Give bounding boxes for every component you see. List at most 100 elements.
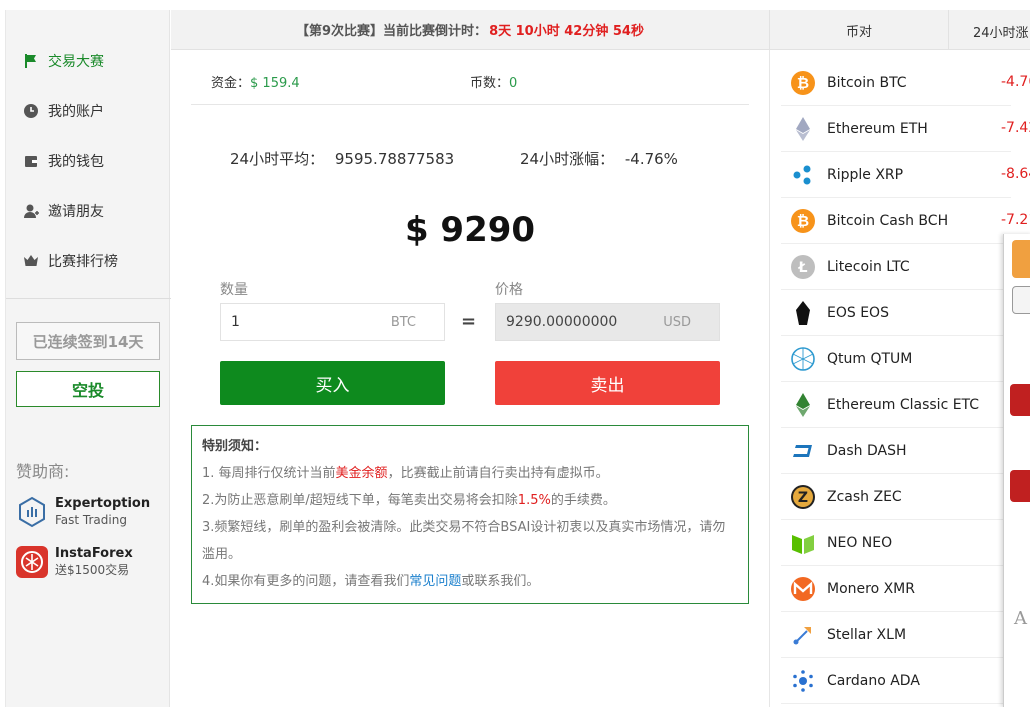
expertoption-logo-icon [16, 496, 48, 528]
coin-row[interactable]: Monero XMR [781, 566, 1011, 612]
buy-button[interactable]: 买入 [220, 361, 445, 405]
coin-row[interactable]: NEO NEO [781, 520, 1011, 566]
quantity-value: 1 [231, 314, 240, 330]
ripple-icon [790, 162, 816, 188]
avg-value: 9595.78877583 [334, 150, 455, 168]
neo-icon [790, 530, 816, 556]
coin-row[interactable]: ₿ Bitcoin Cash BCH -7.21 [781, 198, 1030, 244]
coin-name: Qtum QTUM [827, 350, 913, 367]
chat-icon[interactable] [1012, 286, 1030, 314]
column-header-change[interactable]: 24小时涨 [973, 22, 1029, 41]
coin-change: -8.64 [1001, 166, 1030, 182]
coin-row[interactable]: Ethereum Classic ETC [781, 382, 1011, 428]
coin-name: NEO NEO [827, 534, 893, 551]
notice-text: 或联系我们。 [461, 574, 540, 589]
market-table-header: 币对 24小时涨 [769, 10, 1030, 50]
stellar-icon [790, 622, 816, 648]
coin-name: Cardano ADA [827, 672, 920, 689]
sidebar: 交易大赛 我的账户 我的钱包 邀请朋友 比赛排行榜 已连续签到14天 空投 赞助… [5, 10, 171, 707]
sidebar-item-competition[interactable]: 交易大赛 [6, 36, 169, 86]
coin-row[interactable]: Ethereum ETH -7.42 [781, 106, 1030, 152]
change-24h: 24小时涨幅： -4.76% [520, 148, 678, 169]
sidebar-divider [6, 298, 171, 299]
overlay-badge-icon[interactable] [1010, 470, 1030, 502]
coin-row[interactable]: EOS EOS [781, 290, 1011, 336]
coin-change: -7.21 [1001, 212, 1030, 228]
page: 交易大赛 我的账户 我的钱包 邀请朋友 比赛排行榜 已连续签到14天 空投 赞助… [0, 0, 1030, 707]
sidebar-item-label: 我的账户 [48, 104, 104, 120]
coin-row[interactable]: Stellar XLM [781, 612, 1011, 658]
sidebar-item-invite[interactable]: 邀请朋友 [6, 186, 169, 236]
notice-text: ，比赛截止前请自行卖出持有虚拟币。 [387, 466, 609, 481]
notice-text: 1. 每周排行仅统计当前 [202, 466, 336, 481]
coin-row[interactable]: ₿ Bitcoin BTC -4.76 [781, 60, 1030, 106]
notice-text: 的手续费。 [550, 493, 616, 508]
qtum-icon [790, 346, 816, 372]
flag-icon [22, 52, 40, 70]
sponsor-name: Expertoption [55, 496, 151, 511]
column-header-pair[interactable]: 币对 [770, 10, 949, 50]
coin-name: Dash DASH [827, 442, 907, 459]
zcash-icon: Z [790, 484, 816, 510]
coin-name: Zcash ZEC [827, 488, 902, 505]
coin-name: Ethereum Classic ETC [827, 396, 980, 413]
equals-sign: = [461, 311, 477, 332]
quantity-label: 数量 [220, 282, 248, 298]
svg-text:₿: ₿ [797, 74, 809, 92]
instaforex-logo-icon [16, 546, 48, 578]
coin-row[interactable]: Ripple XRP -8.64 [781, 152, 1030, 198]
faq-link[interactable]: 常见问题 [409, 574, 461, 589]
sidebar-item-label: 邀请朋友 [48, 204, 104, 220]
change-value: -4.76% [624, 150, 678, 168]
funds-value: $ 159.4 [250, 76, 300, 91]
price-input: 9290.00000000 USD [495, 303, 720, 341]
coin-name: Ripple XRP [827, 166, 904, 183]
coin-name: Bitcoin Cash BCH [827, 212, 949, 229]
wallet-icon [22, 152, 40, 170]
sponsor-expertoption[interactable]: Expertoption Fast Trading [16, 496, 150, 528]
monero-icon [790, 576, 816, 602]
current-price: $ 9290 [404, 210, 536, 250]
notice-text: 2.为防止恶意刷单/超短线下单，每笔卖出交易将会扣除 [202, 493, 518, 508]
overlay-badge-icon[interactable] [1010, 384, 1030, 416]
sponsor-title: 赞助商: [16, 462, 70, 481]
side-overlay-panel: A [1003, 234, 1030, 707]
sponsor-name: InstaForex [55, 546, 133, 561]
sponsor-sub: Fast Trading [55, 513, 127, 527]
cardano-icon [790, 668, 816, 694]
coin-name: Litecoin LTC [827, 258, 910, 275]
sidebar-item-label: 我的钱包 [48, 154, 104, 170]
svg-text:Z: Z [798, 490, 808, 506]
notice-line-3: 3.频繁短线，刷单的盈利会被清除。此类交易不符合BSAI设计初衷以及真实市场情况… [202, 520, 726, 562]
price-unit: USD [663, 314, 691, 330]
competition-countdown-bar: 【第9次比赛】当前比赛倒计时： 8天 10小时 42分钟 54秒 [171, 10, 769, 50]
user-icon [22, 202, 40, 220]
sidebar-item-account[interactable]: 我的账户 [6, 86, 169, 136]
sidebar-item-leaderboard[interactable]: 比赛排行榜 [6, 236, 169, 286]
overlay-app-icon[interactable] [1012, 240, 1030, 278]
quantity-unit: BTC [390, 314, 416, 330]
coin-change: -7.42 [1001, 120, 1030, 136]
dash-icon [790, 438, 816, 464]
notice-text: 4.如果你有更多的问题，请查看我们 [202, 574, 410, 589]
quantity-input[interactable]: 1 BTC [220, 303, 445, 341]
sell-button[interactable]: 卖出 [495, 361, 720, 405]
coin-row[interactable]: Dash DASH [781, 428, 1011, 474]
notice-box: 特别须知： 1. 每周排行仅统计当前美金余额，比赛截止前请自行卖出持有虚拟币。 … [191, 425, 749, 604]
coin-name: Monero XMR [827, 580, 915, 597]
coin-row[interactable]: Ł Litecoin LTC [781, 244, 1011, 290]
coin-row[interactable]: Z Zcash ZEC [781, 474, 1011, 520]
coin-change: -4.76 [1001, 74, 1030, 90]
coin-row[interactable]: Cardano ADA [781, 658, 1011, 704]
crown-icon [22, 252, 40, 270]
airdrop-button[interactable]: 空投 [16, 371, 160, 407]
sponsor-instaforex[interactable]: InstaForex 送$1500交易 [16, 546, 133, 578]
notice-highlight: 美金余额 [335, 466, 388, 481]
sidebar-item-label: 比赛排行榜 [48, 254, 118, 270]
checkin-button[interactable]: 已连续签到14天 [16, 322, 160, 360]
sidebar-item-wallet[interactable]: 我的钱包 [6, 136, 169, 186]
svg-text:Ł: Ł [798, 260, 808, 276]
coins-value: 0 [509, 76, 518, 91]
sponsor-sub: 送$1500交易 [55, 563, 130, 577]
coin-row[interactable]: Qtum QTUM [781, 336, 1011, 382]
